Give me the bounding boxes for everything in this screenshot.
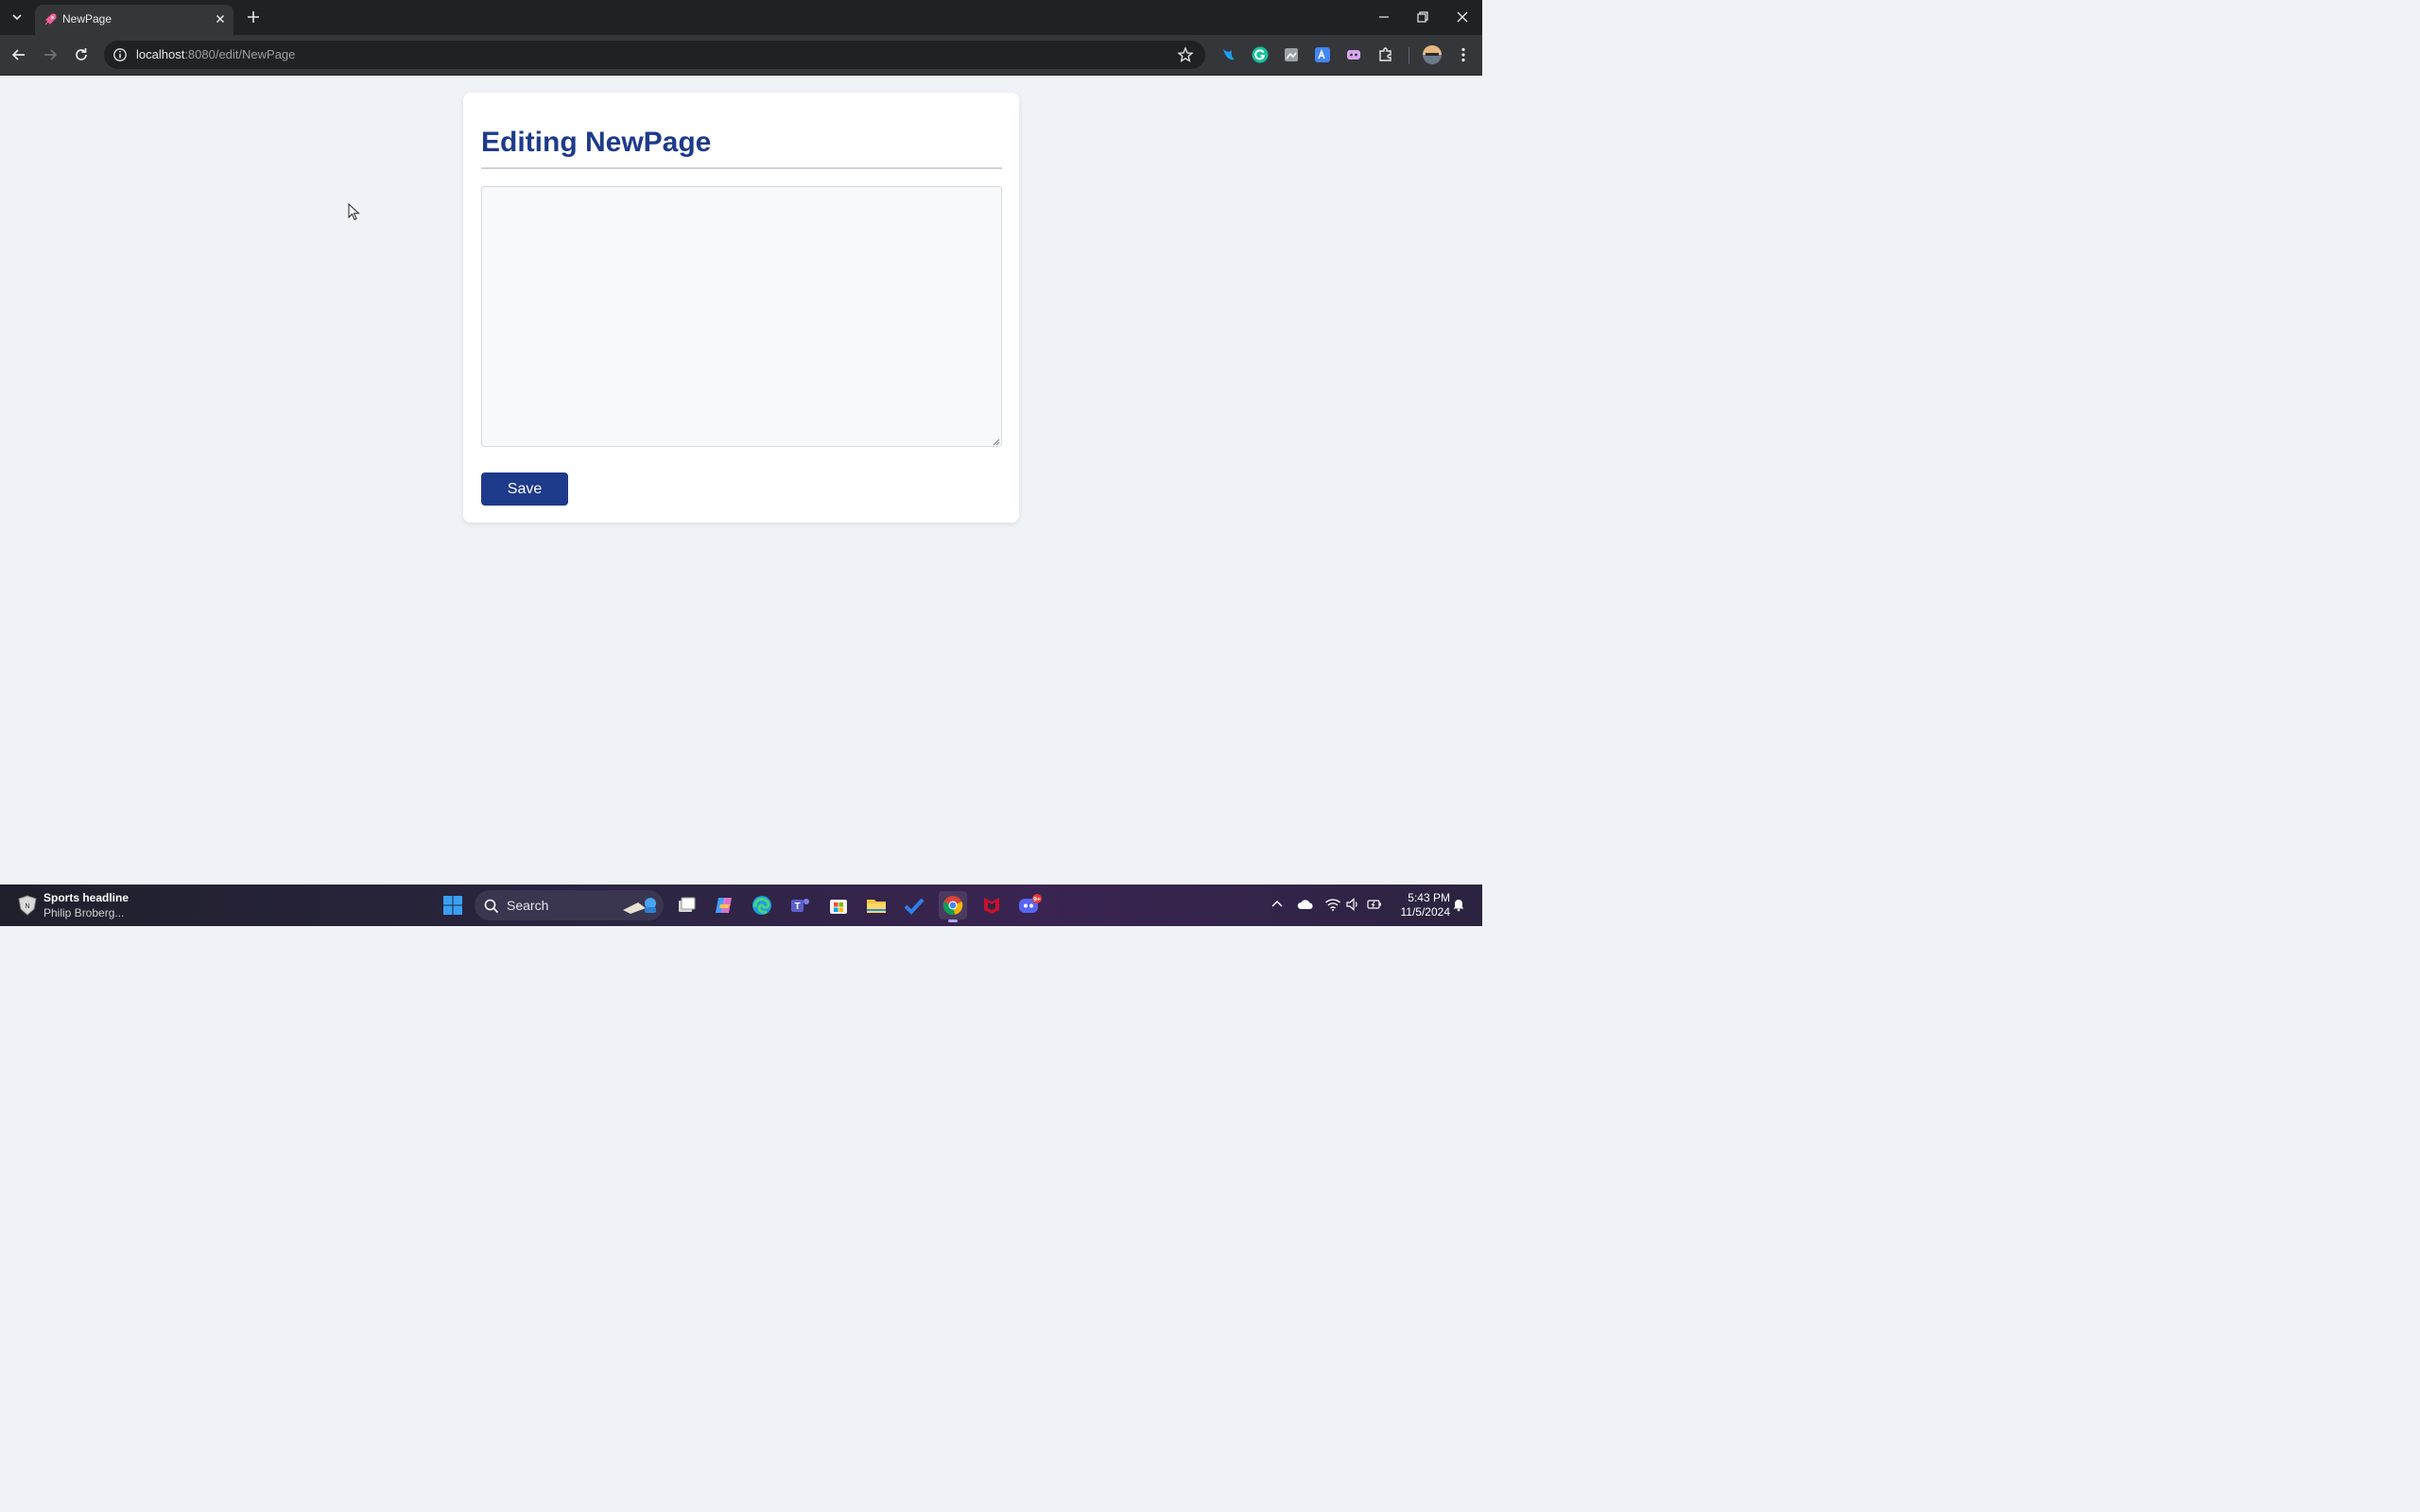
mcafee-icon[interactable] <box>977 891 1006 919</box>
forward-button[interactable] <box>40 44 60 65</box>
system-clock[interactable]: 5:43 PM 11/5/2024 <box>1390 891 1451 919</box>
task-view-icon[interactable] <box>672 891 700 919</box>
todo-icon[interactable] <box>900 891 928 919</box>
restore-icon <box>1417 11 1428 23</box>
hockey-logo-icon[interactable]: N <box>17 895 38 916</box>
info-icon[interactable] <box>112 47 128 62</box>
copilot-icon[interactable] <box>710 891 738 919</box>
close-icon <box>1457 11 1468 23</box>
tab-strip: NewPage <box>0 0 1482 35</box>
edge-icon[interactable] <box>748 891 776 919</box>
reload-icon <box>76 48 87 60</box>
plus-icon <box>248 11 259 23</box>
mouse-cursor-icon <box>348 203 361 222</box>
teams-icon[interactable]: T <box>786 891 814 919</box>
url-text: localhost:8080/edit/NewPage <box>136 47 296 61</box>
folder-icon[interactable] <box>862 891 890 919</box>
discord-ext-icon[interactable] <box>1344 45 1363 64</box>
discord-badge: 9+ <box>1033 897 1041 903</box>
chevron-up-icon[interactable] <box>1270 897 1285 912</box>
clock-time: 5:43 PM <box>1408 891 1450 904</box>
tab-search-button[interactable] <box>6 6 28 28</box>
taskbar-search[interactable]: Search <box>475 890 664 920</box>
svg-text:T: T <box>794 902 800 912</box>
bookmark-star-icon[interactable] <box>1177 46 1194 63</box>
search-placeholder: Search <box>507 898 549 913</box>
windows-start-icon[interactable] <box>442 895 463 916</box>
discord-icon[interactable]: 9+ <box>1015 891 1044 919</box>
close-tab-icon[interactable] <box>213 11 228 26</box>
bird-extension-icon[interactable] <box>1219 45 1238 64</box>
news-subtitle[interactable]: Philip Broberg... <box>43 906 124 919</box>
address-bar[interactable]: localhost:8080/edit/NewPage <box>104 41 1205 69</box>
new-tab-button[interactable] <box>244 8 263 26</box>
restore-button[interactable] <box>1409 6 1436 28</box>
clock-date: 11/5/2024 <box>1400 905 1451 919</box>
editor-card: Editing NewPage Save <box>463 93 1019 523</box>
save-button[interactable]: Save <box>481 472 568 506</box>
arrow-right-icon <box>44 49 58 60</box>
chevron-down-icon <box>12 14 22 21</box>
resize-handle-icon[interactable] <box>991 437 1000 446</box>
active-indicator <box>948 919 958 922</box>
svg-text:N: N <box>25 903 29 910</box>
reload-button[interactable] <box>71 44 92 65</box>
minimize-button[interactable] <box>1371 6 1397 28</box>
grammarly-icon[interactable] <box>1251 45 1270 64</box>
page-title: Editing NewPage <box>481 127 712 158</box>
store-icon[interactable] <box>824 891 853 919</box>
notification-bell-icon[interactable] <box>1451 897 1466 912</box>
search-icon <box>484 899 499 914</box>
content-editor[interactable] <box>481 186 1002 447</box>
search-highlight-icon <box>621 895 659 916</box>
onedrive-cloud-icon[interactable] <box>1297 897 1314 912</box>
browser-toolbar: localhost:8080/edit/NewPage <box>0 35 1482 76</box>
puzzle-image-icon[interactable] <box>1282 45 1301 64</box>
battery-icon[interactable] <box>1367 897 1382 912</box>
minimize-icon <box>1379 16 1389 18</box>
title-divider <box>481 167 1002 169</box>
tab-title: NewPage <box>62 12 112 26</box>
news-headline[interactable]: Sports headline <box>43 891 129 904</box>
rocket-icon <box>43 12 58 27</box>
arrow-left-icon <box>11 49 25 60</box>
avatar[interactable] <box>1422 44 1443 65</box>
close-window-button[interactable] <box>1449 6 1476 28</box>
translate-icon[interactable] <box>1313 45 1332 64</box>
chrome-icon[interactable] <box>939 891 967 922</box>
volume-icon[interactable] <box>1345 897 1360 912</box>
wifi-icon[interactable] <box>1324 897 1341 912</box>
browser-tab[interactable]: NewPage <box>35 5 233 35</box>
windows-taskbar: N Sports headline Philip Broberg... Sear… <box>0 885 1482 926</box>
extensions-puzzle-icon[interactable] <box>1376 45 1395 64</box>
back-button[interactable] <box>9 44 29 65</box>
more-menu-icon[interactable] <box>1454 45 1473 64</box>
